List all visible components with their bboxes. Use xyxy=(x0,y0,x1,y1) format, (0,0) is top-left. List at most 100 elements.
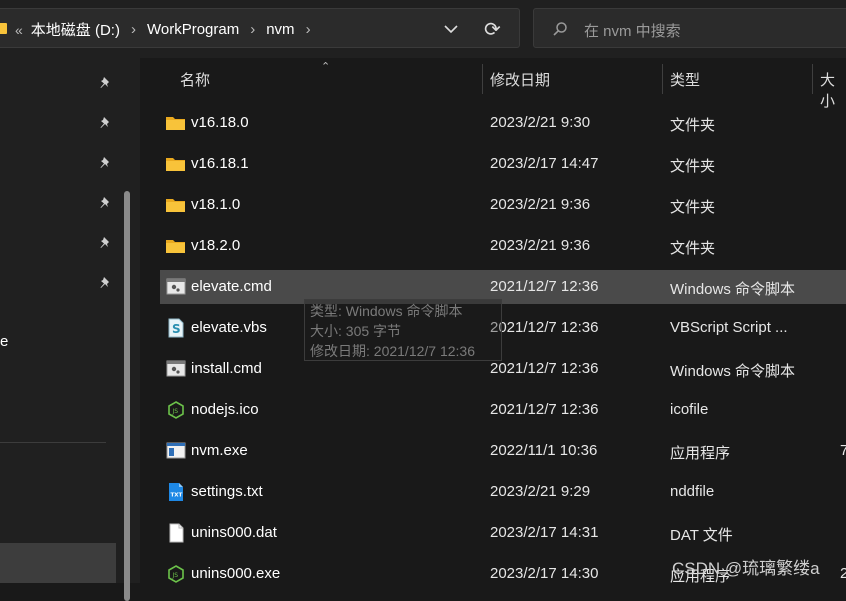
nodejs-icon: JS xyxy=(165,564,187,584)
tooltip-size: 大小: 305 字节 xyxy=(310,323,402,339)
file-type: 应用程序 xyxy=(670,445,731,462)
file-row[interactable]: JS nodejs.ico 2021/12/7 12:36 icofile xyxy=(160,393,846,427)
file-type: 文件夹 xyxy=(670,117,716,134)
file-modified: 2023/2/17 14:30 xyxy=(490,565,599,582)
file-row[interactable]: v16.18.0 2023/2/21 9:30 文件夹 xyxy=(160,106,846,140)
file-row[interactable]: install.cmd 2021/12/7 12:36 Windows 命令脚本 xyxy=(160,352,846,386)
column-divider[interactable] xyxy=(812,64,813,94)
column-header-type[interactable]: 类型 xyxy=(670,69,700,90)
file-name: nodejs.ico xyxy=(191,401,259,418)
nav-divider xyxy=(0,442,106,443)
file-size: 7 xyxy=(840,442,846,459)
nav-item-label[interactable]: e xyxy=(0,333,8,350)
file-type: DAT 文件 xyxy=(670,527,733,544)
column-divider[interactable] xyxy=(662,64,663,94)
file-name: install.cmd xyxy=(191,360,262,377)
column-header-modified[interactable]: 修改日期 xyxy=(490,69,550,90)
svg-text:JS: JS xyxy=(172,572,179,579)
svg-text:TXT: TXT xyxy=(171,493,183,499)
txt-file-icon: TXT xyxy=(165,482,187,502)
file-type: Windows 命令脚本 xyxy=(670,281,796,298)
vbscript-icon: S xyxy=(165,318,187,338)
pin-icon[interactable] xyxy=(100,116,112,130)
file-row[interactable]: v18.1.0 2023/2/21 9:36 文件夹 xyxy=(160,188,846,222)
cmd-script-icon xyxy=(165,359,187,379)
file-modified: 2021/12/7 12:36 xyxy=(490,360,599,377)
chevron-right-icon[interactable]: › xyxy=(131,21,136,38)
file-name: unins000.dat xyxy=(191,524,277,541)
file-name: v18.1.0 xyxy=(191,196,241,213)
chevron-right-icon[interactable]: › xyxy=(306,21,311,38)
file-row[interactable]: unins000.dat 2023/2/17 14:31 DAT 文件 xyxy=(160,516,846,550)
file-type: VBScript Script ... xyxy=(670,319,788,336)
chevron-right-icon[interactable]: › xyxy=(250,21,255,38)
file-name: unins000.exe xyxy=(191,565,281,582)
breadcrumb-item-workprogram[interactable]: WorkProgram xyxy=(147,21,239,38)
file-modified: 2023/2/17 14:47 xyxy=(490,155,599,172)
file-modified: 2023/2/21 9:36 xyxy=(490,237,591,254)
file-type: 文件夹 xyxy=(670,240,716,257)
exe-window-icon xyxy=(165,441,187,461)
file-name: v16.18.0 xyxy=(191,114,249,131)
folder-icon xyxy=(165,195,187,215)
breadcrumb-overflow-button[interactable]: « xyxy=(15,22,23,38)
title-toolbar: « 本地磁盘 (D:) › WorkProgram › nvm › ⟳ 在 nv… xyxy=(0,0,846,58)
file-type: 文件夹 xyxy=(670,199,716,216)
refresh-icon[interactable]: ⟳ xyxy=(484,17,501,42)
blank-file-icon xyxy=(165,523,187,543)
cmd-script-icon xyxy=(165,277,187,297)
column-header-name[interactable]: 名称 xyxy=(180,69,210,90)
file-name: elevate.vbs xyxy=(191,319,267,336)
tooltip-date: 修改日期: 2021/12/7 12:36 xyxy=(310,343,475,359)
file-name: v16.18.1 xyxy=(191,155,249,172)
nodejs-icon: JS xyxy=(165,400,187,420)
file-type: nddfile xyxy=(670,483,715,500)
file-type: Windows 命令脚本 xyxy=(670,363,796,380)
file-row[interactable]: TXT settings.txt 2023/2/21 9:29 nddfile xyxy=(160,475,846,509)
svg-text:S: S xyxy=(172,322,181,336)
pin-icon[interactable] xyxy=(100,236,112,250)
folder-icon xyxy=(165,236,187,256)
pin-icon[interactable] xyxy=(100,76,112,90)
sort-ascending-icon: ⌃ xyxy=(321,61,331,73)
address-bar[interactable]: « 本地磁盘 (D:) › WorkProgram › nvm › ⟳ xyxy=(0,8,520,48)
column-header-row: ⌃ 名称 修改日期 类型 大小 xyxy=(140,58,846,110)
file-info-tooltip: 类型: Windows 命令脚本 大小: 305 字节 修改日期: 2021/1… xyxy=(304,299,502,361)
column-divider[interactable] xyxy=(482,64,483,94)
file-modified: 2021/12/7 12:36 xyxy=(490,401,599,418)
breadcrumb-item-drive[interactable]: 本地磁盘 (D:) xyxy=(31,19,120,40)
chevron-down-icon[interactable] xyxy=(443,22,459,39)
file-modified: 2022/11/1 10:36 xyxy=(490,442,598,459)
file-size: 2 xyxy=(840,565,846,582)
file-row[interactable]: S elevate.vbs 2021/12/7 12:36 VBScript S… xyxy=(160,311,846,345)
breadcrumb: « 本地磁盘 (D:) › WorkProgram › nvm › xyxy=(15,19,322,40)
search-input[interactable]: 在 nvm 中搜索 xyxy=(584,20,681,41)
file-name: nvm.exe xyxy=(191,442,248,459)
folder-icon xyxy=(0,23,7,34)
file-modified: 2021/12/7 12:36 xyxy=(490,278,599,295)
file-type: 文件夹 xyxy=(670,158,716,175)
pin-icon[interactable] xyxy=(100,276,112,290)
nav-item-selected[interactable] xyxy=(0,543,116,583)
file-row[interactable]: v16.18.1 2023/2/17 14:47 文件夹 xyxy=(160,147,846,181)
file-row[interactable]: nvm.exe 2022/11/1 10:36 应用程序 7 xyxy=(160,434,846,468)
svg-text:JS: JS xyxy=(172,408,179,415)
file-row[interactable]: v18.2.0 2023/2/21 9:36 文件夹 xyxy=(160,229,846,263)
file-modified: 2023/2/21 9:30 xyxy=(490,114,591,131)
search-icon xyxy=(552,21,568,41)
navigation-pane: e xyxy=(0,58,140,601)
file-modified: 2023/2/21 9:36 xyxy=(490,196,591,213)
watermark: CSDN @琉璃繁缕a xyxy=(672,559,820,578)
folder-icon xyxy=(165,154,187,174)
file-name: v18.2.0 xyxy=(191,237,241,254)
folder-icon xyxy=(165,113,187,133)
pin-icon[interactable] xyxy=(100,156,112,170)
file-name: elevate.cmd xyxy=(191,278,272,295)
nav-scrollbar[interactable] xyxy=(124,191,130,601)
search-box[interactable]: 在 nvm 中搜索 xyxy=(533,8,846,48)
column-header-size[interactable]: 大小 xyxy=(820,69,846,111)
file-type: icofile xyxy=(670,401,709,418)
pin-icon[interactable] xyxy=(100,196,112,210)
breadcrumb-item-nvm[interactable]: nvm xyxy=(266,21,294,38)
file-row-selected[interactable]: elevate.cmd 2021/12/7 12:36 Windows 命令脚本 xyxy=(160,270,846,304)
